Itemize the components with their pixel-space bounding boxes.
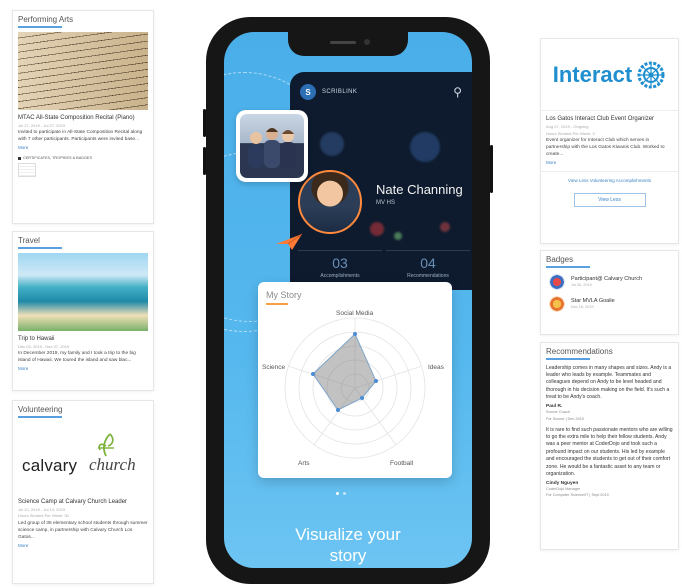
item-description: Invited to participate in All-State Comp… — [18, 130, 143, 143]
volume-down-button — [203, 147, 206, 175]
calvary-church-logo: calvary church — [18, 432, 148, 488]
phone-notch — [288, 32, 408, 56]
badge-date: Nov 18, 2019 — [571, 305, 594, 309]
section-title-volunteering: Volunteering — [13, 401, 153, 418]
tagline: Visualize your story — [224, 524, 472, 567]
bokeh-light — [440, 222, 450, 232]
item-dates: Dec 03, 2019 - Dec 07, 2019 — [18, 343, 70, 349]
stat-label: Recommendations — [407, 273, 449, 279]
recommender-name: Cindy Nguyen — [546, 481, 579, 487]
stat-label: Accomplishments — [320, 273, 360, 279]
volume-up-button — [203, 109, 206, 137]
performing-arts-card: Performing Arts MTAC All-State Compositi… — [12, 10, 154, 224]
travel-card: Travel Trip to Hawaii Dec 03, 2019 - Dec… — [12, 231, 154, 391]
tagline-line-2: story — [329, 546, 367, 566]
paper-plane-icon — [276, 233, 303, 250]
profile-school: MV HS — [376, 200, 396, 206]
item-title[interactable]: MTAC All-State Composition Recital (Pian… — [13, 110, 153, 122]
badges-card: Badges Participant@ Calvary Church Jul 2… — [540, 250, 679, 335]
more-link[interactable]: More — [13, 542, 153, 548]
carousel-dot[interactable] — [336, 492, 339, 495]
app-brand: SCRIBLINK — [322, 89, 358, 95]
speaker-grille — [330, 41, 356, 44]
badge-name: Star MVLA Goalie — [571, 298, 615, 304]
badge-item[interactable]: Participant@ Calvary Church Jul 26, 2019 — [541, 268, 678, 290]
beach-image — [18, 252, 148, 331]
group-photo — [240, 114, 304, 178]
recommendation-text: It is rare to find such passionate mento… — [546, 426, 673, 477]
story-radar-chart — [284, 317, 426, 459]
people-silhouettes — [248, 128, 296, 168]
bokeh-light — [320, 132, 344, 156]
star-badge-icon — [549, 295, 565, 312]
logo-word-church: church — [89, 454, 136, 474]
item-description: Led group of 35 elementary school studen… — [18, 520, 148, 540]
radar-label-social-media: Social Media — [336, 310, 374, 317]
section-title-travel: Travel — [13, 232, 153, 249]
radar-label-science: Science — [262, 364, 286, 371]
inner-app-header: S SCRIBLINK ⚲ — [290, 72, 472, 112]
item-hours: Hours Worked Per Week: 30 — [18, 513, 69, 519]
certificates-label: CERTIFICATES, TROPHIES & BADGES — [23, 156, 92, 161]
carousel-dot[interactable] — [343, 492, 346, 495]
tagline-line-1: Visualize your — [295, 525, 401, 544]
search-icon[interactable]: ⚲ — [453, 85, 462, 99]
item-description: In December 2019, my family and I took a… — [18, 351, 136, 364]
sheet-music-image — [18, 31, 148, 110]
carousel-dots[interactable] — [336, 492, 346, 495]
item-title[interactable]: Los Gatos Interact Club Event Organizer — [541, 111, 678, 123]
profile-avatar[interactable] — [298, 170, 362, 234]
item-hours: Hours Worked Per Week: 3 — [546, 130, 595, 136]
bokeh-light — [410, 132, 440, 162]
radar-label-ideas: Ideas — [428, 364, 444, 371]
section-title-badges: Badges — [541, 251, 678, 268]
item-dates: Jul 27, 2019 - Jul 27, 2019 — [18, 122, 66, 128]
interact-card: Interact Los Gatos Interact Club Event O… — [540, 38, 679, 244]
view-volunteering-link[interactable]: View Less Volunteering Accomplishments — [541, 171, 678, 187]
interact-logo-word: Interact — [552, 61, 633, 87]
interact-logo: Interact — [541, 39, 678, 111]
group-photo-card — [236, 110, 308, 182]
stat-number: 04 — [420, 255, 436, 271]
profile-name: Nate Channing — [376, 182, 463, 197]
item-dates: Jul 10, 2019 - Jul 14, 2019 — [18, 506, 66, 512]
participant-badge-icon — [549, 273, 565, 290]
more-link[interactable]: More — [13, 365, 153, 371]
my-story-card: My Story Social Media Ideas Science Arts… — [258, 282, 452, 478]
section-title-performing-arts: Performing Arts — [13, 11, 153, 28]
recommendation-context: For Computer Science/IT | Sept 2019 — [546, 493, 609, 498]
bokeh-light — [370, 222, 384, 236]
badge-name: Participant@ Calvary Church — [571, 276, 642, 282]
radar-label-football: Football — [390, 460, 414, 467]
recommendation-text: Leadership comes in many shapes and size… — [546, 364, 672, 401]
certificate-icon — [18, 156, 21, 160]
phone-screen: S SCRIBLINK ⚲ Nate Channing MV HS 03 Acc… — [224, 32, 472, 568]
power-button — [490, 145, 493, 193]
radar-label-arts: Arts — [298, 460, 310, 467]
my-story-title: My Story — [258, 282, 452, 305]
front-camera — [364, 39, 370, 45]
item-dates: Aug 27, 2019 - Ongoing — [546, 124, 589, 130]
certificate-thumbnail[interactable] — [18, 163, 36, 178]
recommendations-card: Recommendations Leadership comes in many… — [540, 342, 679, 550]
logo-word-calvary: calvary — [22, 455, 78, 475]
more-link[interactable]: More — [541, 159, 678, 165]
bokeh-light — [394, 232, 402, 240]
rotary-wheel-icon — [637, 61, 665, 88]
inner-app-screen: S SCRIBLINK ⚲ Nate Channing MV HS 03 Acc… — [290, 72, 472, 290]
stat-number: 03 — [332, 255, 348, 271]
section-title-recommendations: Recommendations — [541, 343, 678, 360]
badge-date: Jul 26, 2019 — [571, 283, 592, 287]
view-less-button[interactable]: View Less — [573, 193, 646, 208]
volunteering-card: Volunteering calvary church Science Camp… — [12, 400, 154, 584]
item-description: Event organizer for Interact Club which … — [546, 138, 665, 158]
badge-item[interactable]: Star MVLA Goalie Nov 18, 2019 — [541, 290, 678, 312]
item-title[interactable]: Science Camp at Calvary Church Leader — [13, 494, 153, 506]
scriblink-logo-icon: S — [300, 84, 316, 100]
item-title[interactable]: Trip to Hawaii — [13, 331, 153, 343]
phone-mockup: S SCRIBLINK ⚲ Nate Channing MV HS 03 Acc… — [203, 17, 493, 584]
certificates-heading: CERTIFICATES, TROPHIES & BADGES — [13, 150, 153, 160]
recommender-name: Paul R. — [546, 404, 563, 410]
